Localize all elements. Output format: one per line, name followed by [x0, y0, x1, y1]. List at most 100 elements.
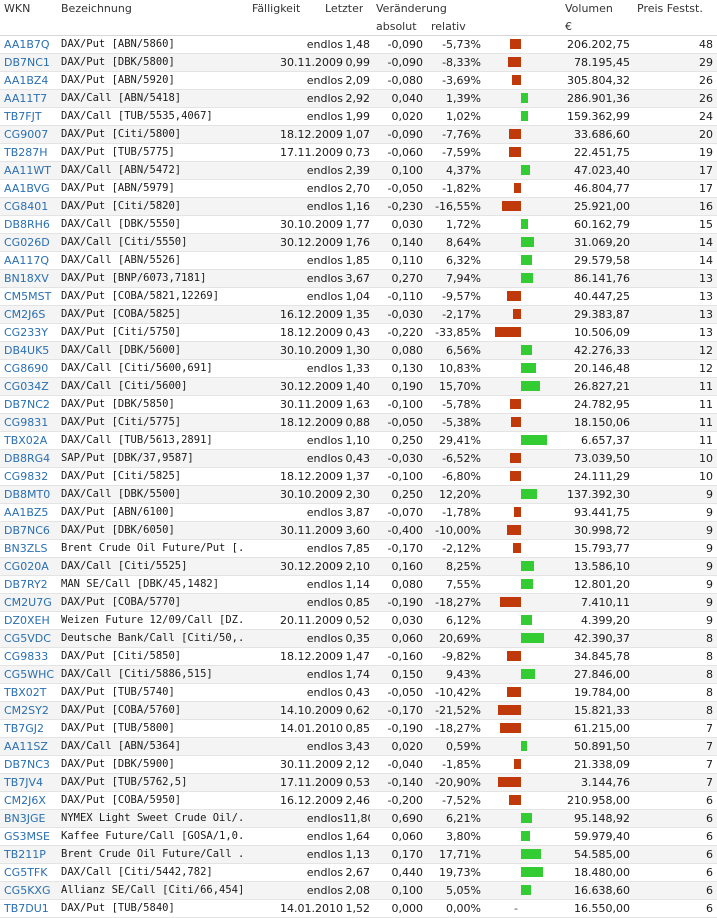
wkn-link[interactable]: AA1B7Q — [4, 36, 54, 53]
column-header-relative[interactable]: relativ — [431, 18, 466, 35]
table-row[interactable]: CG233Y DAX/Put [Citi/5750] 18.12.2009 0,43 -… — [0, 324, 717, 342]
wkn-link[interactable]: DB8RG4 — [4, 450, 54, 467]
wkn-link[interactable]: TB7GJ2 — [4, 720, 54, 737]
wkn-link[interactable]: DB4UK5 — [4, 342, 54, 359]
table-row[interactable]: DB7NC1 DAX/Put [DBK/5800] 30.11.2009 0,99 -0… — [0, 54, 717, 72]
table-row[interactable]: AA117Q DAX/Call [ABN/5526] endlos 1,85 0,110… — [0, 252, 717, 270]
table-row[interactable]: CG9007 DAX/Put [Citi/5800] 18.12.2009 1,07 -… — [0, 126, 717, 144]
table-row[interactable]: CG5VDC Deutsche Bank/Call [Citi/50,... end… — [0, 630, 717, 648]
table-row[interactable]: AA1BZ4 DAX/Put [ABN/5920] endlos 2,09 -0,080… — [0, 72, 717, 90]
wkn-link[interactable]: DB8RH6 — [4, 216, 54, 233]
table-row[interactable]: CG5WHC DAX/Call [Citi/5886,515] endlos 1,74… — [0, 666, 717, 684]
wkn-link[interactable]: DZ0XEH — [4, 612, 54, 629]
wkn-link[interactable]: CG8690 — [4, 360, 54, 377]
wkn-link[interactable]: CG8401 — [4, 198, 54, 215]
column-header-count[interactable]: Preis Festst. — [637, 0, 703, 17]
table-row[interactable]: CM5MST DAX/Put [COBA/5821,12269] endlos 1,0… — [0, 288, 717, 306]
table-row[interactable]: BN3JGE NYMEX Light Sweet Crude Oil/... end… — [0, 810, 717, 828]
column-header-wkn[interactable]: WKN — [4, 0, 54, 17]
wkn-link[interactable]: CG034Z — [4, 378, 54, 395]
wkn-link[interactable]: AA1BVG — [4, 180, 54, 197]
wkn-link[interactable]: BN18XV — [4, 270, 54, 287]
table-row[interactable]: AA1BVG DAX/Put [ABN/5979] endlos 2,70 -0,050… — [0, 180, 717, 198]
table-row[interactable]: DZ0XEH Weizen Future 12/09/Call [DZ... 20.… — [0, 612, 717, 630]
wkn-link[interactable]: CG5TFK — [4, 864, 54, 881]
table-row[interactable]: CG026D DAX/Call [Citi/5550] 30.12.2009 1,76… — [0, 234, 717, 252]
table-row[interactable]: AA11T7 DAX/Call [ABN/5418] endlos 2,92 0,040… — [0, 90, 717, 108]
wkn-link[interactable]: CG026D — [4, 234, 54, 251]
table-row[interactable]: CG5TFK DAX/Call [Citi/5442,782] endlos 2,67… — [0, 864, 717, 882]
table-row[interactable]: TBX02T DAX/Put [TUB/5740] endlos 0,43 -0,050… — [0, 684, 717, 702]
table-row[interactable]: TB7DU1 DAX/Put [TUB/5840] 14.01.2010 1,52 0,… — [0, 900, 717, 918]
table-row[interactable]: CG9833 DAX/Put [Citi/5850] 18.12.2009 1,47 -… — [0, 648, 717, 666]
table-row[interactable]: CG020A DAX/Call [Citi/5525] 30.12.2009 2,10… — [0, 558, 717, 576]
wkn-link[interactable]: AA11WT — [4, 162, 54, 179]
wkn-link[interactable]: CM2SY2 — [4, 702, 54, 719]
table-row[interactable]: CG8690 DAX/Call [Citi/5600,691] endlos 1,33… — [0, 360, 717, 378]
table-row[interactable]: AA11SZ DAX/Call [ABN/5364] endlos 3,43 0,020… — [0, 738, 717, 756]
column-header-absolute[interactable]: absolut — [376, 18, 417, 35]
wkn-link[interactable]: CG9832 — [4, 468, 54, 485]
table-row[interactable]: TB287H DAX/Put [TUB/5775] 17.11.2009 0,73 -0… — [0, 144, 717, 162]
wkn-link[interactable]: CG020A — [4, 558, 54, 575]
wkn-link[interactable]: CM5MST — [4, 288, 54, 305]
table-row[interactable]: BN18XV DAX/Put [BNP/6073,7181] endlos 3,67 0… — [0, 270, 717, 288]
wkn-link[interactable]: AA1BZ5 — [4, 504, 54, 521]
wkn-link[interactable]: CG233Y — [4, 324, 54, 341]
table-row[interactable]: CG8401 DAX/Put [Citi/5820] endlos 1,16 -0,23… — [0, 198, 717, 216]
wkn-link[interactable]: CM2J6S — [4, 306, 54, 323]
table-row[interactable]: CM2U7G DAX/Put [COBA/5770] endlos 0,85 -0,19… — [0, 594, 717, 612]
wkn-link[interactable]: DB7NC1 — [4, 54, 54, 71]
column-header-change[interactable]: Veränderung — [376, 0, 447, 17]
table-row[interactable]: DB7RY2 MAN SE/Call [DBK/45,1482] endlos 1,1… — [0, 576, 717, 594]
wkn-link[interactable]: CG5VDC — [4, 630, 54, 647]
table-row[interactable]: CG9832 DAX/Put [Citi/5825] 18.12.2009 1,37 -… — [0, 468, 717, 486]
wkn-link[interactable]: TB7FJT — [4, 108, 54, 125]
wkn-link[interactable]: TB211P — [4, 846, 54, 863]
table-row[interactable]: DB8RH6 DAX/Call [DBK/5550] 30.10.2009 1,77 0… — [0, 216, 717, 234]
wkn-link[interactable]: DB7NC2 — [4, 396, 54, 413]
table-row[interactable]: CM2SY2 DAX/Put [COBA/5760] 14.10.2009 0,62 -… — [0, 702, 717, 720]
table-row[interactable]: CM2J6S DAX/Put [COBA/5825] 16.12.2009 1,35 -… — [0, 306, 717, 324]
table-row[interactable]: DB7NC6 DAX/Put [DBK/6050] 30.11.2009 3,60 -0… — [0, 522, 717, 540]
table-row[interactable]: CM2J6X DAX/Put [COBA/5950] 16.12.2009 2,46 -… — [0, 792, 717, 810]
table-row[interactable]: AA11WT DAX/Call [ABN/5472] endlos 2,39 0,100… — [0, 162, 717, 180]
wkn-link[interactable]: AA11T7 — [4, 90, 54, 107]
wkn-link[interactable]: TB287H — [4, 144, 54, 161]
wkn-link[interactable]: CG9007 — [4, 126, 54, 143]
wkn-link[interactable]: BN3JGE — [4, 810, 54, 827]
table-row[interactable]: TB7GJ2 DAX/Put [TUB/5800] 14.01.2010 0,85 -0… — [0, 720, 717, 738]
wkn-link[interactable]: DB7RY2 — [4, 576, 54, 593]
wkn-link[interactable]: CM2U7G — [4, 594, 54, 611]
wkn-link[interactable]: CG5KXG — [4, 882, 54, 899]
table-row[interactable]: TB7FJT DAX/Call [TUB/5535,4067] endlos 1,99… — [0, 108, 717, 126]
column-header-last[interactable]: Letzter — [325, 0, 363, 17]
wkn-link[interactable]: CG9831 — [4, 414, 54, 431]
table-row[interactable]: DB4UK5 DAX/Call [DBK/5600] 30.10.2009 1,30 0… — [0, 342, 717, 360]
table-row[interactable]: DB8MT0 DAX/Call [DBK/5500] 30.10.2009 2,30 0… — [0, 486, 717, 504]
table-row[interactable]: DB7NC3 DAX/Put [DBK/5900] 30.11.2009 2,12 -0… — [0, 756, 717, 774]
column-header-volume[interactable]: Volumen — [565, 0, 613, 17]
wkn-link[interactable]: TBX02A — [4, 432, 54, 449]
wkn-link[interactable]: CM2J6X — [4, 792, 54, 809]
table-row[interactable]: CG034Z DAX/Call [Citi/5600] 30.12.2009 1,40… — [0, 378, 717, 396]
column-header-due[interactable]: Fälligkeit — [252, 0, 300, 17]
wkn-link[interactable]: AA117Q — [4, 252, 54, 269]
column-header-name[interactable]: Bezeichnung — [61, 0, 243, 17]
wkn-link[interactable]: CG5WHC — [4, 666, 54, 683]
table-row[interactable]: CG9831 DAX/Put [Citi/5775] 18.12.2009 0,88 -… — [0, 414, 717, 432]
wkn-link[interactable]: TB7JV4 — [4, 774, 54, 791]
wkn-link[interactable]: CG9833 — [4, 648, 54, 665]
table-row[interactable]: DB7NC2 DAX/Put [DBK/5850] 30.11.2009 1,63 -0… — [0, 396, 717, 414]
wkn-link[interactable]: GS3MSE — [4, 828, 54, 845]
wkn-link[interactable]: TB7DU1 — [4, 900, 54, 917]
wkn-link[interactable]: DB7NC3 — [4, 756, 54, 773]
wkn-link[interactable]: AA11SZ — [4, 738, 54, 755]
wkn-link[interactable]: TBX02T — [4, 684, 54, 701]
table-row[interactable]: AA1B7Q DAX/Put [ABN/5860] endlos 1,48 -0,090… — [0, 36, 717, 54]
table-row[interactable]: TB7JV4 DAX/Put [TUB/5762,5] 17.11.2009 0,53… — [0, 774, 717, 792]
table-row[interactable]: TBX02A DAX/Call [TUB/5613,2891] endlos 1,10… — [0, 432, 717, 450]
table-row[interactable]: CG5KXG Allianz SE/Call [Citi/66,454] endlo… — [0, 882, 717, 900]
table-row[interactable]: AA1BZ5 DAX/Put [ABN/6100] endlos 3,87 -0,070… — [0, 504, 717, 522]
wkn-link[interactable]: DB7NC6 — [4, 522, 54, 539]
